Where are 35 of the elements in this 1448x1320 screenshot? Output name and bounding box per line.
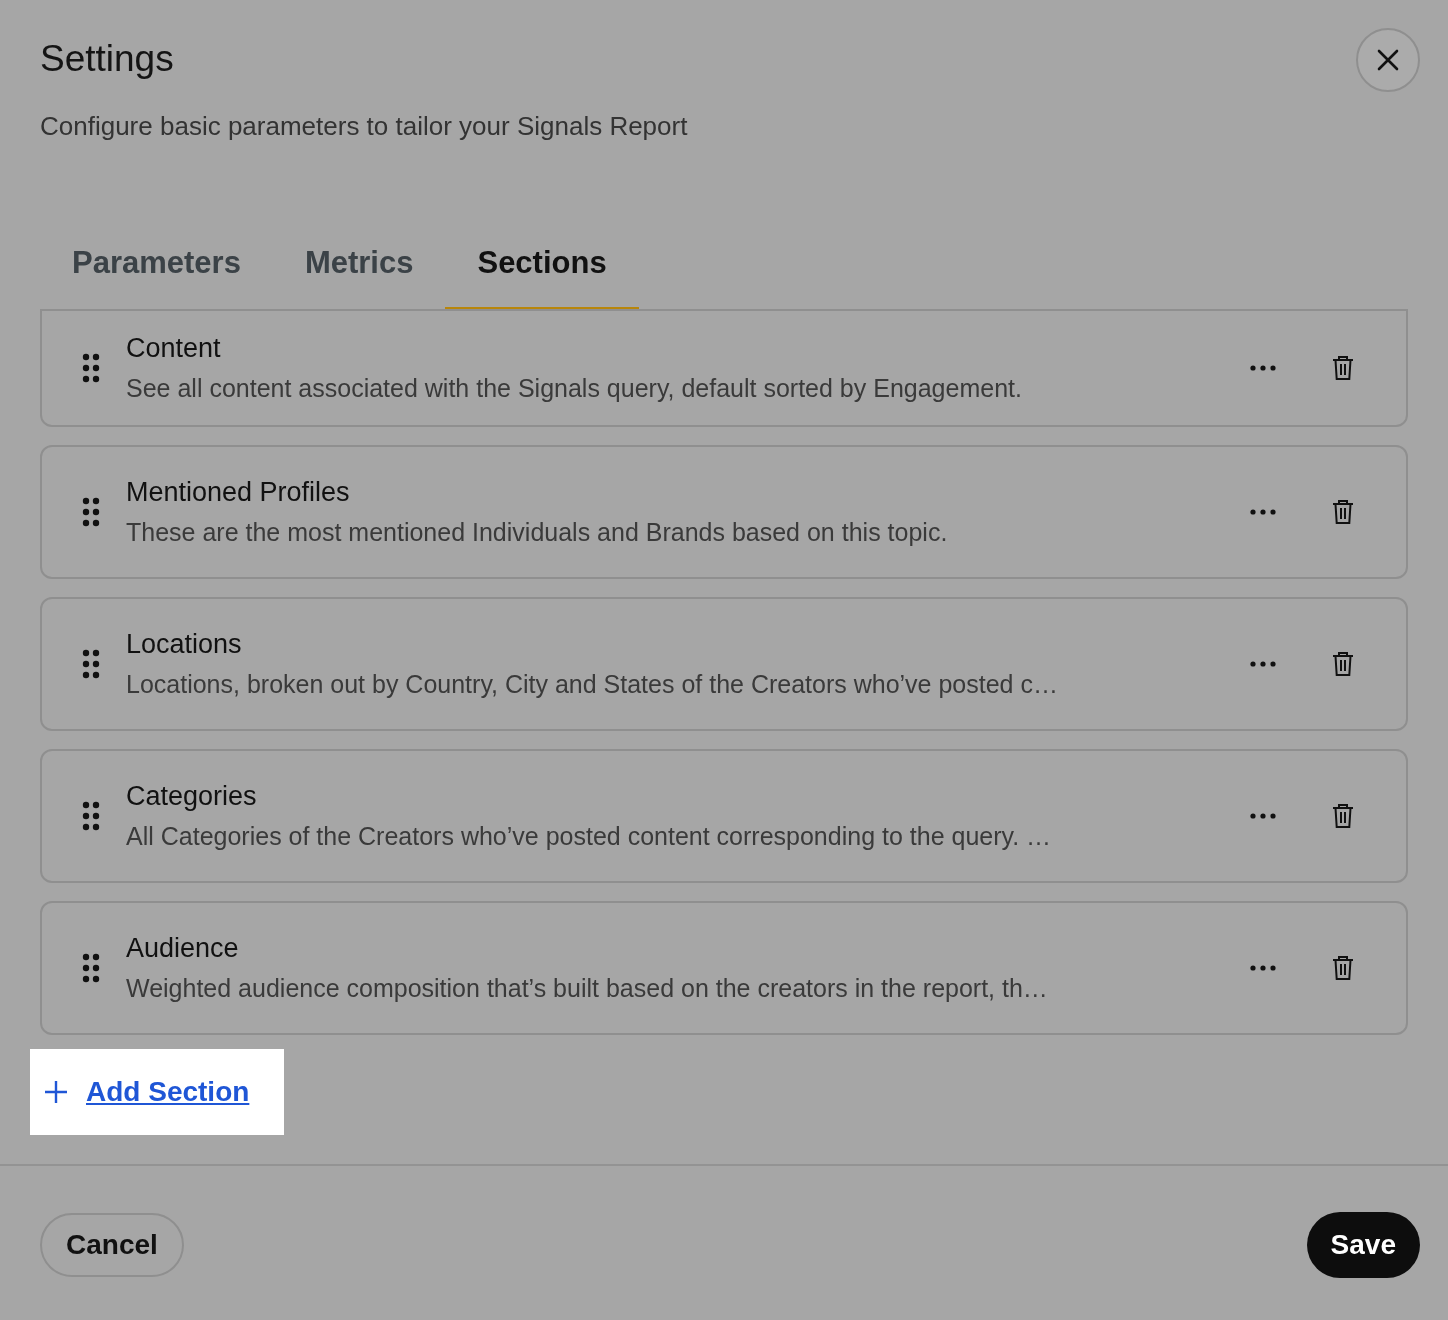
drag-handle-icon[interactable] bbox=[82, 953, 100, 983]
section-description: All Categories of the Creators who’ve posted content corresponding to the query. … bbox=[126, 821, 1053, 852]
drag-handle-icon[interactable] bbox=[82, 801, 100, 831]
more-options-icon[interactable] bbox=[1250, 965, 1276, 971]
plus-icon[interactable] bbox=[44, 1080, 68, 1104]
trash-icon[interactable] bbox=[1332, 651, 1354, 677]
tab[interactable]: Metrics bbox=[272, 219, 446, 311]
more-options-icon[interactable] bbox=[1250, 661, 1276, 667]
dialog-subtitle: Configure basic parameters to tailor your Signals Report bbox=[40, 110, 688, 142]
section-description: Weighted audience composition that’s built based on the creators in the report, th… bbox=[126, 973, 1049, 1004]
tab[interactable]: Parameters bbox=[40, 219, 273, 311]
more-options-icon[interactable] bbox=[1250, 509, 1276, 515]
save-button[interactable]: Save bbox=[1306, 1212, 1420, 1278]
drag-handle-icon[interactable] bbox=[82, 353, 100, 383]
more-options-icon[interactable] bbox=[1250, 813, 1276, 819]
drag-handle-icon[interactable] bbox=[82, 649, 100, 679]
section-title: Mentioned Profiles bbox=[126, 476, 351, 509]
trash-icon[interactable] bbox=[1332, 803, 1354, 829]
section-title: Categories bbox=[126, 780, 258, 813]
drag-handle-icon[interactable] bbox=[82, 497, 100, 527]
trash-icon[interactable] bbox=[1332, 499, 1354, 525]
section-description: See all content associated with the Signals query, default sorted by Engagement. bbox=[126, 373, 1023, 404]
section-description: These are the most mentioned Individuals and Brands based on this topic. bbox=[126, 517, 949, 548]
section-title: Audience bbox=[126, 932, 240, 965]
tab[interactable]: Sections bbox=[445, 219, 639, 311]
add-section-link[interactable]: Add Section bbox=[86, 1071, 250, 1113]
cancel-button[interactable]: Cancel bbox=[40, 1213, 184, 1277]
dialog-title: Settings bbox=[40, 37, 175, 81]
close-icon bbox=[1376, 48, 1400, 72]
trash-icon[interactable] bbox=[1332, 955, 1354, 981]
more-options-icon[interactable] bbox=[1250, 365, 1276, 371]
section-description: Locations, broken out by Country, City and States of the Creators who’ve posted c… bbox=[126, 669, 1059, 700]
section-title: Content bbox=[126, 332, 222, 365]
section-title: Locations bbox=[126, 628, 243, 661]
trash-icon[interactable] bbox=[1332, 355, 1354, 381]
